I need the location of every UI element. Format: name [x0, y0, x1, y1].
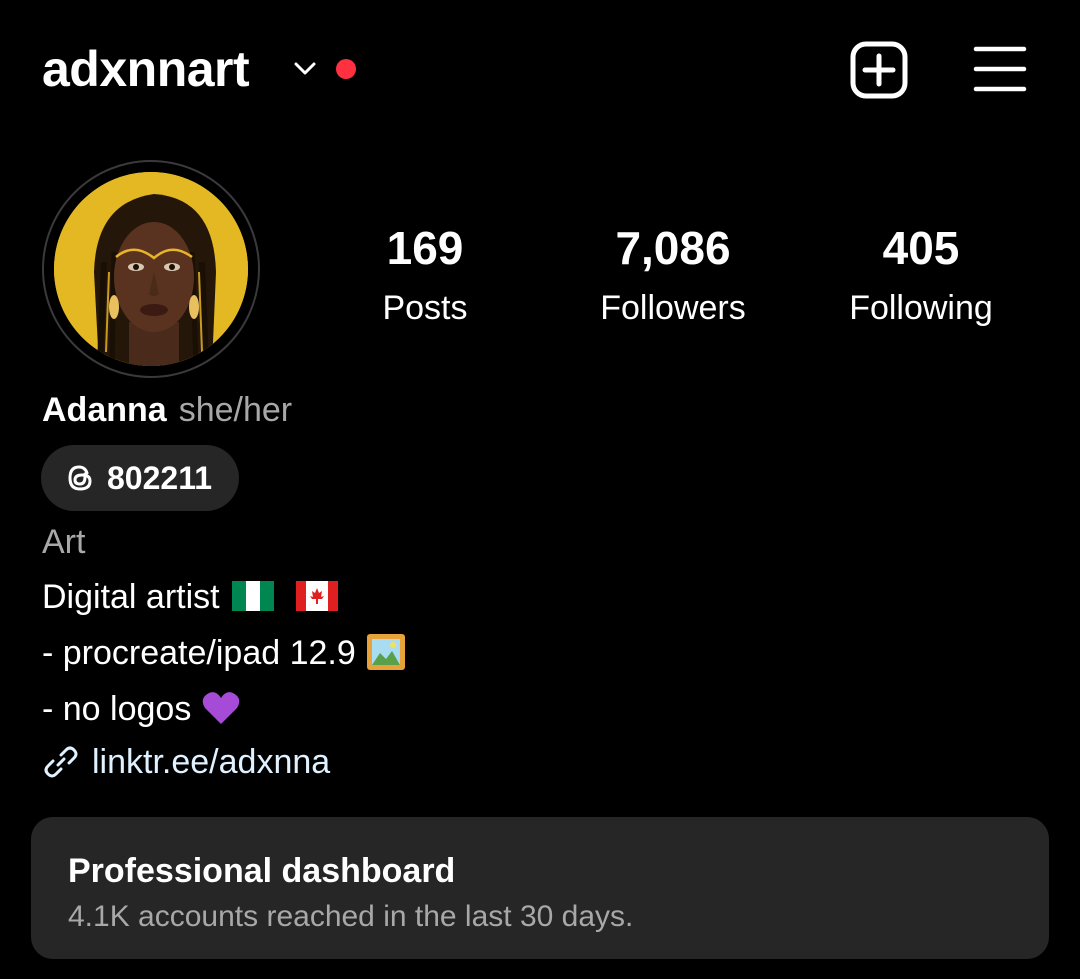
bio-text-2: - procreate/ipad 12.9: [42, 634, 356, 672]
notification-dot: [336, 59, 356, 79]
link-icon: [44, 746, 78, 778]
flag-canada-icon: [295, 581, 338, 612]
profile-link-text: linktr.ee/adxnna: [92, 743, 331, 781]
bio-line-1: Digital artist: [42, 575, 338, 619]
profile-header: adxnnart: [42, 36, 1038, 106]
plus-square-icon[interactable]: [850, 41, 908, 99]
chevron-down-icon[interactable]: [290, 53, 320, 83]
stat-following[interactable]: 405 Following: [801, 222, 1041, 330]
followers-count: 7,086: [615, 222, 731, 274]
pronouns: she/her: [178, 391, 293, 429]
profile-category: Art: [42, 523, 86, 561]
stat-posts[interactable]: 169 Posts: [305, 222, 545, 330]
threads-icon: [68, 465, 92, 491]
profile-name-row: Adanna she/her: [42, 388, 292, 432]
posts-count: 169: [386, 222, 464, 274]
bio-line-2: - procreate/ipad 12.9: [42, 631, 406, 675]
dashboard-subtitle: 4.1K accounts reached in the last 30 day…: [68, 900, 634, 933]
dashboard-title: Professional dashboard: [68, 852, 456, 890]
professional-dashboard-card[interactable]: Professional dashboard 4.1K accounts rea…: [31, 817, 1049, 959]
flag-nigeria-icon: [231, 581, 274, 612]
hamburger-menu-icon[interactable]: [973, 44, 1027, 94]
bio-line-3: - no logos: [42, 687, 241, 731]
avatar: [54, 172, 248, 366]
display-name: Adanna: [42, 391, 167, 429]
purple-heart-icon: [203, 692, 240, 725]
avatar-illustration: [54, 172, 248, 366]
profile-avatar[interactable]: [42, 160, 260, 378]
username-switcher[interactable]: adxnnart: [42, 40, 250, 98]
followers-label: Followers: [600, 289, 746, 327]
threads-badge-text: 802211: [107, 459, 213, 496]
profile-link[interactable]: linktr.ee/adxnna: [42, 740, 330, 784]
posts-label: Posts: [382, 289, 468, 327]
bio-text-3: - no logos: [42, 690, 192, 728]
following-label: Following: [849, 289, 993, 327]
framed-picture-icon: [366, 634, 405, 671]
following-count: 405: [882, 222, 960, 274]
bio-text-1: Digital artist: [42, 578, 220, 616]
stat-followers[interactable]: 7,086 Followers: [553, 222, 793, 330]
threads-badge[interactable]: 802211: [41, 445, 239, 511]
